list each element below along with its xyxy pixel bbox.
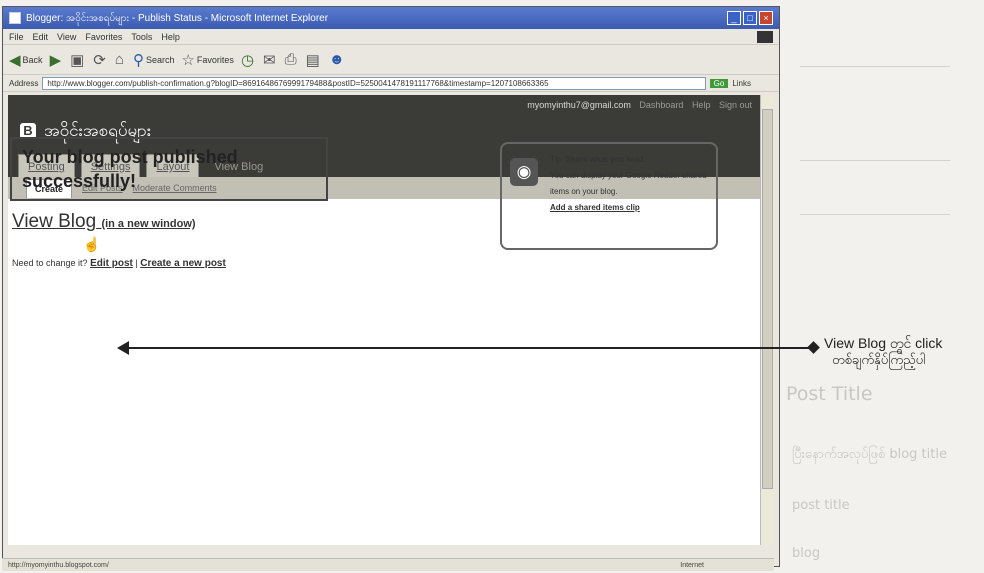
background-text: post title bbox=[792, 498, 850, 513]
vertical-scrollbar[interactable] bbox=[760, 95, 774, 545]
dashboard-link[interactable]: Dashboard bbox=[639, 100, 683, 110]
create-post-link[interactable]: Create a new post bbox=[140, 258, 226, 269]
change-prompt: Need to change it? bbox=[12, 258, 88, 268]
favorites-label: Favorites bbox=[196, 54, 234, 65]
stop-icon: ▣ bbox=[70, 51, 85, 69]
refresh-icon: ⟳ bbox=[93, 51, 106, 69]
history-icon: ◷ bbox=[240, 51, 255, 69]
print-button[interactable]: ⎙ bbox=[285, 51, 299, 68]
star-icon: ☆ bbox=[181, 51, 195, 69]
callout-arrow-line bbox=[128, 347, 810, 349]
back-arrow-icon: ◀ bbox=[9, 51, 21, 69]
add-shared-items-link[interactable]: Add a shared items clip bbox=[550, 200, 708, 216]
status-bar: http://myomyinthu.blogspot.com/ Internet bbox=[2, 558, 774, 571]
search-label: Search bbox=[145, 54, 175, 65]
status-url: http://myomyinthu.blogspot.com/ bbox=[8, 561, 109, 569]
menu-tools[interactable]: Tools bbox=[131, 32, 152, 42]
refresh-button[interactable]: ⟳ bbox=[93, 51, 108, 69]
back-label: Back bbox=[22, 54, 43, 65]
title-bar: Blogger: အဝိုင်းအစရပ်များ - Publish Stat… bbox=[3, 7, 779, 29]
edit-post-link[interactable]: Edit post bbox=[90, 258, 133, 269]
published-message: Your blog post published successfully! bbox=[10, 137, 328, 201]
edit-icon: ▤ bbox=[305, 51, 320, 69]
view-blog-link[interactable]: View Blog (in a new window) bbox=[12, 211, 196, 233]
tip-body: You can display your Google Reader share… bbox=[550, 171, 707, 196]
tip-heading: Share what you read. bbox=[565, 155, 646, 164]
menu-bar: File Edit View Favorites Tools Help bbox=[3, 29, 779, 45]
window-title: Blogger: အဝိုင်းအစရပ်များ - Publish Stat… bbox=[26, 12, 329, 24]
scrollbar-thumb[interactable] bbox=[762, 109, 773, 489]
address-label: Address bbox=[9, 78, 39, 88]
background-rule bbox=[800, 214, 950, 215]
menu-edit[interactable]: Edit bbox=[33, 32, 49, 42]
links-button[interactable]: Links bbox=[732, 79, 751, 88]
tip-prefix: Tip: bbox=[550, 155, 564, 164]
close-button[interactable]: × bbox=[759, 11, 773, 25]
sign-out-link[interactable]: Sign out bbox=[719, 100, 752, 110]
background-text: blog bbox=[792, 546, 821, 561]
menu-help[interactable]: Help bbox=[161, 32, 180, 42]
tip-box: ◉ Tip: Share what you read. You can disp… bbox=[500, 142, 718, 250]
tip-heading-line: Tip: Share what you read. bbox=[550, 152, 708, 168]
edit-button[interactable]: ▤ bbox=[306, 51, 322, 69]
toolbar: ◀ Back ▶ ▣ ⟳ ⌂ ⚲ Search ☆ Favorites ◷ ✉ … bbox=[3, 45, 779, 75]
favorites-button[interactable]: ☆ Favorites bbox=[181, 51, 233, 69]
messenger-button[interactable]: ☻ bbox=[329, 51, 347, 68]
mail-icon: ✉ bbox=[263, 51, 276, 69]
search-icon: ⚲ bbox=[132, 51, 144, 69]
view-blog-label: View Blog bbox=[12, 211, 97, 232]
print-icon: ⎙ bbox=[284, 51, 297, 68]
windows-logo-icon bbox=[757, 30, 773, 43]
forward-button[interactable]: ▶ bbox=[50, 51, 64, 69]
new-window-note: (in a new window) bbox=[101, 218, 196, 230]
background-heading: Post Title bbox=[786, 383, 873, 405]
help-link[interactable]: Help bbox=[692, 100, 711, 110]
security-zone: Internet bbox=[680, 561, 704, 569]
menu-view[interactable]: View bbox=[57, 32, 76, 42]
hand-cursor-icon: ☝ bbox=[83, 236, 101, 252]
rss-feed-icon: ◉ bbox=[510, 158, 538, 186]
account-bar: myomyinthu7@gmail.com Dashboard Help Sig… bbox=[527, 100, 752, 110]
stop-button[interactable]: ▣ bbox=[70, 51, 86, 69]
link-separator: | bbox=[135, 258, 138, 268]
go-button[interactable]: Go bbox=[709, 78, 729, 88]
account-email: myomyinthu7@gmail.com bbox=[527, 100, 631, 110]
address-input[interactable]: http://www.blogger.com/publish-confirmat… bbox=[42, 76, 706, 90]
maximize-button[interactable]: □ bbox=[743, 11, 757, 25]
address-bar: Address http://www.blogger.com/publish-c… bbox=[3, 75, 779, 92]
menu-favorites[interactable]: Favorites bbox=[85, 32, 122, 42]
home-icon: ⌂ bbox=[114, 51, 124, 68]
callout-arrow-head bbox=[117, 341, 129, 355]
minimize-button[interactable]: _ bbox=[727, 11, 741, 25]
search-button[interactable]: ⚲ Search bbox=[133, 51, 175, 69]
background-text: ပြီးနောက်အလုပ်ဖြစ် blog title bbox=[792, 447, 947, 462]
ie-icon bbox=[9, 12, 21, 24]
home-button[interactable]: ⌂ bbox=[115, 51, 126, 68]
history-button[interactable]: ◷ bbox=[241, 51, 256, 69]
back-button[interactable]: ◀ Back bbox=[9, 51, 43, 69]
forward-arrow-icon: ▶ bbox=[49, 51, 62, 69]
background-rule bbox=[800, 66, 950, 67]
background-rule bbox=[800, 160, 950, 161]
callout-text-burmese: တစ်ချက်နှိပ်ကြည့်ပါ bbox=[832, 353, 926, 368]
mail-button[interactable]: ✉ bbox=[263, 51, 278, 69]
messenger-icon: ☻ bbox=[328, 51, 345, 68]
change-prompt-line: Need to change it? Edit post | Create a … bbox=[12, 258, 226, 269]
menu-file[interactable]: File bbox=[9, 32, 24, 42]
callout-diamond bbox=[807, 341, 820, 354]
